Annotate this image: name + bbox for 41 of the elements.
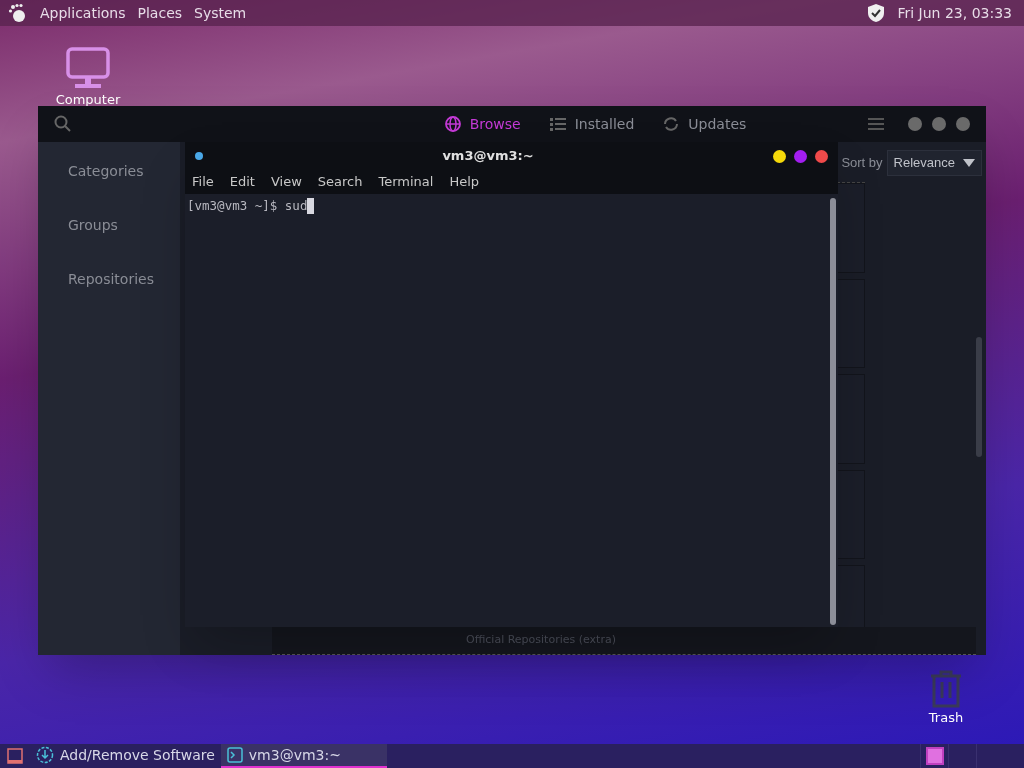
scrollbar[interactable] (830, 198, 836, 625)
refresh-icon (662, 115, 681, 133)
icon-label[interactable]: Trash (928, 710, 964, 726)
taskbar-button[interactable]: vm3@vm3:~ (220, 744, 387, 768)
shield-icon[interactable] (867, 3, 886, 23)
tab[interactable]: Updates (662, 113, 747, 135)
menu-item[interactable]: File (192, 172, 214, 192)
icon-label[interactable]: Computer (55, 92, 121, 108)
window-button[interactable] (773, 149, 786, 163)
caret-icon (963, 159, 975, 167)
taskbar-button[interactable]: Add/Remove Software (30, 744, 221, 768)
sort-label: Sort by (841, 154, 883, 173)
panel-menu[interactable]: Applications (40, 2, 126, 24)
list-icon (548, 115, 567, 133)
menu-item[interactable]: Search (317, 172, 363, 192)
sidebar-item[interactable]: Repositories (68, 269, 180, 290)
tab[interactable]: Installed (548, 113, 635, 135)
sidebar-item[interactable]: Categories (68, 161, 180, 182)
panel-menu[interactable]: Places (137, 2, 183, 24)
menu-item[interactable]: Terminal (378, 172, 434, 192)
menu-item[interactable]: Help (449, 172, 480, 192)
search-icon[interactable] (54, 115, 72, 133)
globe-icon (443, 115, 462, 133)
window-icon (7, 748, 23, 764)
foot-icon[interactable] (8, 3, 28, 23)
panel-menu[interactable]: System (194, 2, 247, 24)
sort-dropdown[interactable]: Relevance (886, 150, 982, 176)
terminal-line: [vm3@vm3 ~]$ sud (187, 197, 308, 215)
scrollbar[interactable] (976, 337, 982, 457)
menu-item[interactable]: Edit (229, 172, 255, 192)
terminal-icon (226, 747, 243, 763)
tab[interactable]: Browse (443, 113, 521, 135)
clock[interactable]: Fri Jun 23, 03:33 (897, 2, 1012, 24)
menu-item[interactable]: View (270, 172, 302, 192)
trash-icon (928, 670, 964, 708)
download-icon (36, 746, 54, 764)
sidebar-item[interactable]: Groups (68, 215, 180, 236)
text-cursor (307, 198, 315, 215)
monitor-icon (65, 46, 111, 90)
menu-icon[interactable] (868, 117, 884, 131)
window-title: vm3@vm3:~ (441, 147, 535, 166)
